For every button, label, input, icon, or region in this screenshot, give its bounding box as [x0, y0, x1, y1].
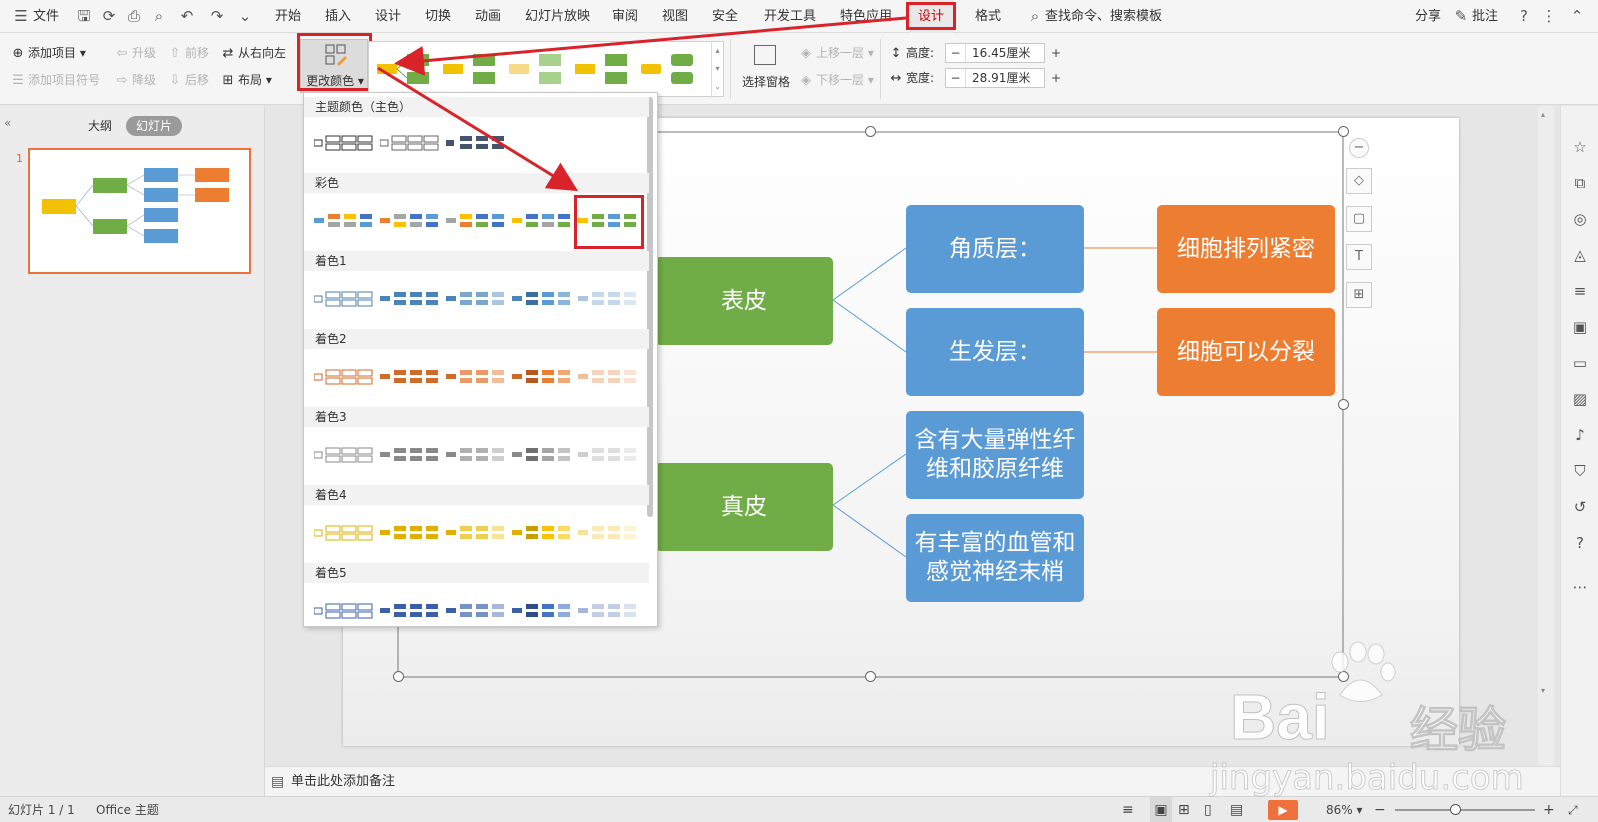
annotation-arrows	[377, 16, 907, 192]
